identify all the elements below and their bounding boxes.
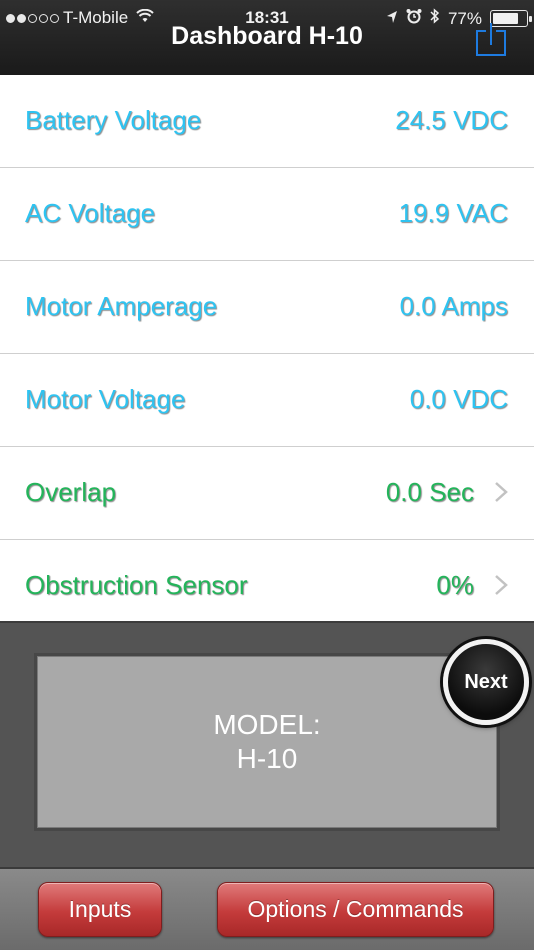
row-battery-voltage: Battery Voltage 24.5 VDC [0, 75, 534, 168]
readings-list: Battery Voltage 24.5 VDC AC Voltage 19.9… [0, 75, 534, 633]
row-value: 0.0 Sec [385, 477, 474, 507]
row-value: 24.5 VDC [395, 105, 508, 135]
display-line-2: H-10 [236, 743, 298, 774]
inputs-button[interactable]: Inputs [38, 882, 162, 937]
app-root: T-Mobile 18:31 77% Dashboard H-10 Batter… [0, 0, 534, 950]
bottom-toolbar: Inputs Options / Commands [0, 869, 534, 950]
row-obstruction-sensor[interactable]: Obstruction Sensor 0% [0, 540, 534, 633]
row-label: Motor Voltage [25, 384, 186, 414]
share-icon[interactable] [474, 23, 508, 57]
row-value: 0.0 VDC [409, 384, 508, 414]
row-overlap[interactable]: Overlap 0.0 Sec [0, 447, 534, 540]
page-title: Dashboard H-10 [171, 22, 363, 50]
row-label: AC Voltage [25, 198, 156, 228]
chevron-right-icon [494, 574, 508, 596]
row-value: 0.0 Amps [399, 291, 508, 321]
row-motor-amperage: Motor Amperage 0.0 Amps [0, 261, 534, 354]
row-label: Overlap [25, 477, 117, 507]
row-motor-voltage: Motor Voltage 0.0 VDC [0, 354, 534, 447]
row-value: 19.9 VAC [398, 198, 508, 228]
top-bar: T-Mobile 18:31 77% Dashboard H-10 [0, 0, 534, 75]
display-line-1: MODEL: [213, 709, 321, 740]
options-commands-button[interactable]: Options / Commands [217, 882, 494, 937]
next-button[interactable]: Next [443, 639, 529, 725]
row-label: Obstruction Sensor [25, 570, 248, 600]
chevron-right-icon [494, 481, 508, 503]
row-value: 0% [436, 570, 474, 600]
model-display: MODEL: H-10 [34, 653, 500, 831]
row-label: Battery Voltage [25, 105, 202, 135]
row-ac-voltage: AC Voltage 19.9 VAC [0, 168, 534, 261]
row-label: Motor Amperage [25, 291, 218, 321]
